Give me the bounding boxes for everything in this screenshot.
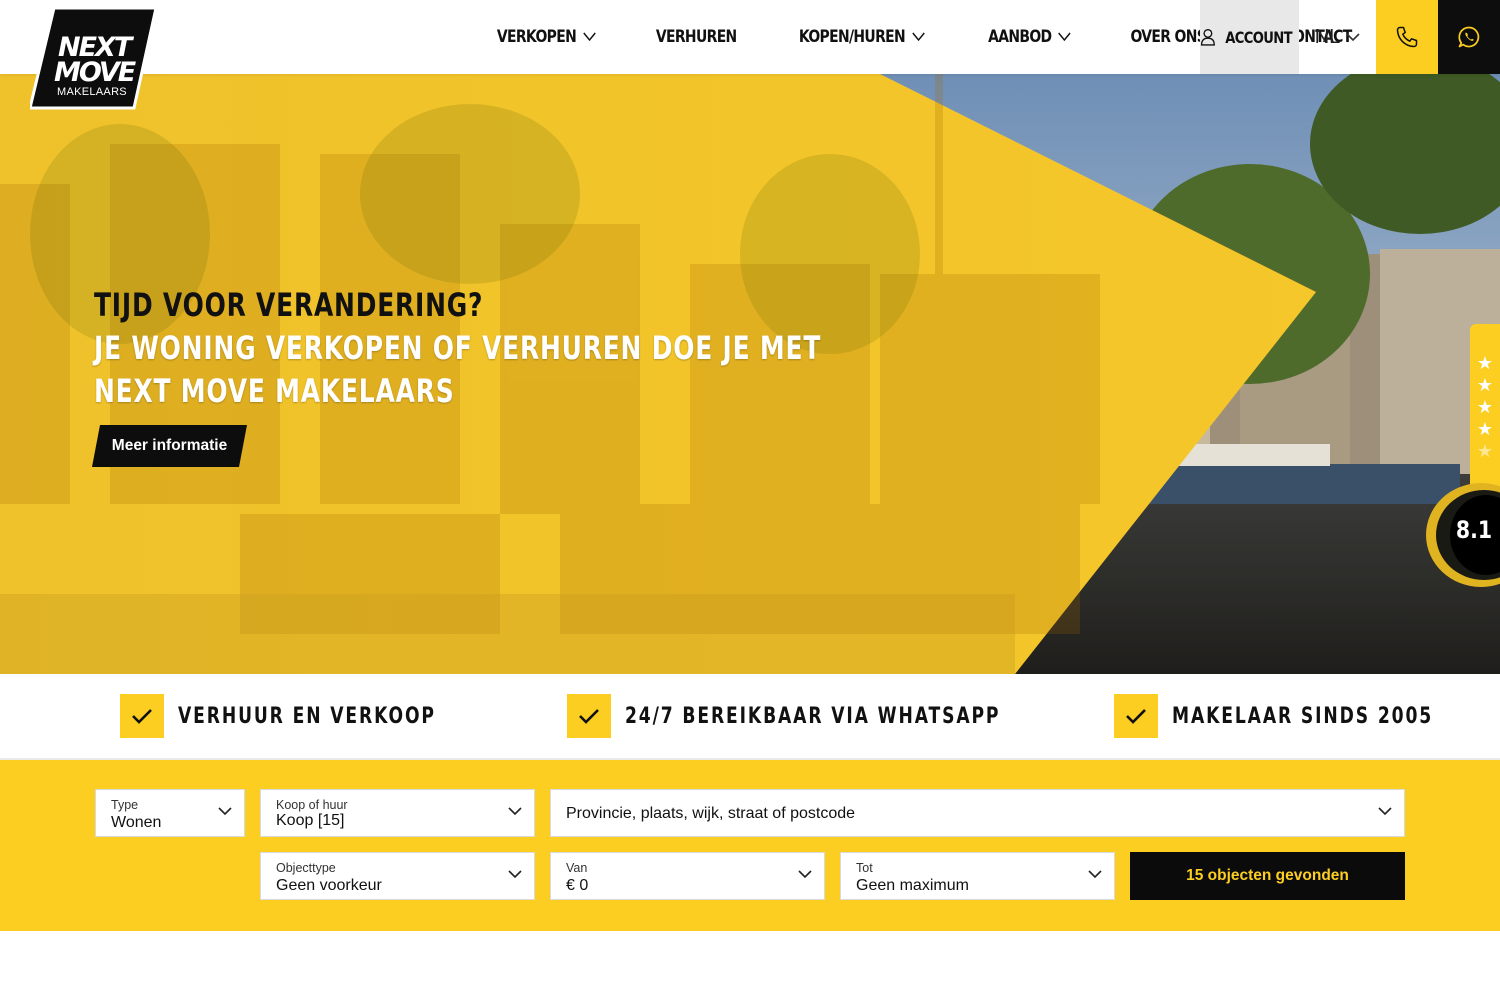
rating-stars: ★ ★ ★ ★ ★: [1475, 352, 1495, 462]
usp-item: MAKELAAR SINDS 2005: [1114, 694, 1500, 738]
type-select-value: Wonen: [111, 814, 162, 831]
koop-huur-value: Koop [15]: [276, 812, 345, 829]
star-icon: ★: [1476, 353, 1494, 373]
search-panel: Type Wonen Koop of huur Koop [15] Provin…: [0, 760, 1500, 931]
nav-item-verhuren[interactable]: VERHUREN: [639, 0, 753, 74]
logo-mark: NEXT MOVE MAKELAARS: [30, 8, 158, 110]
site-header: VERKOPEN VERHUREN KOPEN/HUREN AANBOD OVE…: [0, 0, 1500, 74]
chevron-down-icon: [1378, 807, 1392, 816]
hero-line-1: TIJD VOOR VERANDERING?: [94, 286, 484, 324]
whatsapp-button[interactable]: [1438, 0, 1500, 74]
star-icon: ★: [1476, 441, 1494, 461]
phone-button[interactable]: [1376, 0, 1438, 74]
chevron-down-icon: [798, 870, 812, 879]
objecttype-label: Objecttype: [276, 861, 336, 875]
price-from-label: Van: [566, 861, 588, 875]
logo-text-makelaars: MAKELAARS: [57, 86, 127, 98]
star-icon: ★: [1476, 397, 1494, 417]
chevron-down-icon: [508, 870, 522, 879]
logo-text-move: MOVE: [54, 57, 137, 88]
usp-label: MAKELAAR SINDS 2005: [1172, 703, 1434, 729]
check-icon: [1114, 694, 1158, 738]
star-icon: ★: [1476, 375, 1494, 395]
price-to-label: Tot: [856, 861, 873, 875]
user-icon: [1200, 28, 1215, 46]
meer-informatie-button[interactable]: Meer informatie: [92, 425, 247, 467]
nav-item-verkopen[interactable]: VERKOPEN: [480, 0, 612, 74]
language-selector[interactable]: NL: [1299, 0, 1376, 74]
chevron-down-icon: [1057, 32, 1071, 42]
chevron-down-icon: [583, 32, 596, 42]
price-to-value: Geen maximum: [856, 877, 969, 894]
chevron-down-icon: [218, 807, 232, 816]
phone-icon: [1396, 26, 1418, 48]
price-from-value: € 0: [566, 877, 589, 894]
check-icon: [120, 694, 164, 738]
account-label: ACCOUNT: [1225, 27, 1292, 47]
objecttype-select[interactable]: Objecttype Geen voorkeur: [260, 852, 535, 900]
price-from-select[interactable]: Van € 0: [550, 852, 825, 900]
whatsapp-icon: [1458, 26, 1480, 48]
usp-item: 24/7 BEREIKBAAR VIA WHATSAPP: [567, 694, 1106, 738]
chevron-down-icon: [508, 807, 522, 816]
star-icon: ★: [1476, 419, 1494, 439]
price-to-select[interactable]: Tot Geen maximum: [840, 852, 1115, 900]
nav-item-kopen-huren[interactable]: KOPEN/HUREN: [782, 0, 941, 74]
usp-item: VERHUUR EN VERKOOP: [120, 694, 509, 738]
location-select[interactable]: Provincie, plaats, wijk, straat of postc…: [550, 789, 1405, 837]
usp-label: 24/7 BEREIKBAAR VIA WHATSAPP: [625, 703, 1001, 729]
chevron-down-icon: [1346, 32, 1360, 41]
hero-line-3: NEXT MOVE MAKELAARS: [94, 372, 455, 410]
rating-score: 8.1: [1455, 516, 1493, 544]
objecttype-value: Geen voorkeur: [276, 877, 382, 894]
hero-line-2: JE WONING VERKOPEN OF VERHUREN DOE JE ME…: [94, 329, 822, 367]
hero-headline: TIJD VOOR VERANDERING? JE WONING VERKOPE…: [94, 284, 821, 413]
nav-item-label: AANBOD: [987, 27, 1052, 47]
hero-section: TIJD VOOR VERANDERING? JE WONING VERKOPE…: [0, 74, 1500, 674]
rating-badge[interactable]: ★ ★ ★ ★ ★ 8.1: [1426, 324, 1500, 588]
check-icon: [567, 694, 611, 738]
usp-strip: VERHUUR EN VERKOOP 24/7 BEREIKBAAR VIA W…: [0, 674, 1500, 760]
chevron-down-icon: [1088, 870, 1102, 879]
cta-label: Meer informatie: [111, 437, 228, 454]
chevron-down-icon: [912, 32, 925, 42]
nav-item-label: VERKOPEN: [496, 27, 577, 47]
language-label: NL: [1314, 25, 1341, 48]
nav-item-label: VERHUREN: [655, 27, 737, 47]
koop-huur-label: Koop of huur: [276, 798, 348, 812]
location-placeholder: Provincie, plaats, wijk, straat of postc…: [566, 805, 856, 822]
koop-huur-select[interactable]: Koop of huur Koop [15]: [260, 789, 535, 837]
site-logo[interactable]: NEXT MOVE MAKELAARS: [30, 8, 158, 110]
nav-item-aanbod[interactable]: AANBOD: [971, 0, 1087, 74]
type-select-label: Type: [111, 798, 139, 812]
account-button[interactable]: ACCOUNT: [1200, 0, 1299, 74]
nav-item-label: KOPEN/HUREN: [798, 27, 906, 47]
type-select[interactable]: Type Wonen: [95, 789, 245, 837]
usp-label: VERHUUR EN VERKOOP: [178, 703, 436, 729]
search-submit-button[interactable]: 15 objecten gevonden: [1130, 852, 1405, 900]
nav-item-label: OVER ONS: [1130, 27, 1207, 47]
